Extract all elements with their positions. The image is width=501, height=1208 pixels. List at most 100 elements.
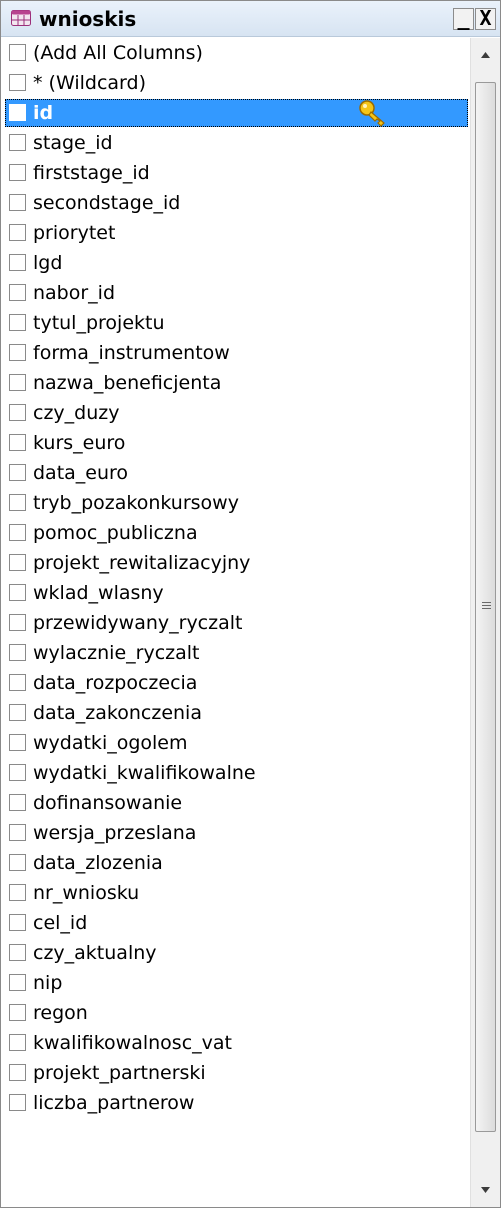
column-checkbox[interactable]	[9, 944, 26, 961]
selection-highlight	[5, 99, 468, 127]
column-label: firststage_id	[33, 162, 150, 184]
column-checkbox[interactable]	[9, 314, 26, 331]
column-checkbox[interactable]	[9, 584, 26, 601]
column-row[interactable]: dofinansowanie	[1, 788, 470, 818]
column-row[interactable]: wersja_przeslana	[1, 818, 470, 848]
column-label: projekt_rewitalizacyjny	[33, 552, 251, 574]
column-checkbox[interactable]	[9, 704, 26, 721]
column-row[interactable]: nazwa_beneficjenta	[1, 368, 470, 398]
close-button[interactable]: X	[475, 8, 496, 30]
column-row[interactable]: kwalifikowalnosc_vat	[1, 1028, 470, 1058]
column-row[interactable]: tryb_pozakonkursowy	[1, 488, 470, 518]
column-row[interactable]: tytul_projektu	[1, 308, 470, 338]
column-row[interactable]: czy_aktualny	[1, 938, 470, 968]
column-checkbox[interactable]	[9, 524, 26, 541]
column-row[interactable]: wydatki_kwalifikowalne	[1, 758, 470, 788]
column-row[interactable]: pomoc_publiczna	[1, 518, 470, 548]
column-row[interactable]: nr_wniosku	[1, 878, 470, 908]
column-row[interactable]: (Add All Columns)	[1, 38, 470, 68]
column-checkbox[interactable]	[9, 44, 26, 61]
column-checkbox[interactable]	[9, 854, 26, 871]
column-label: nr_wniosku	[33, 882, 140, 904]
column-checkbox[interactable]	[9, 794, 26, 811]
column-label: data_euro	[33, 462, 129, 484]
column-label: id	[33, 102, 54, 124]
column-row[interactable]: projekt_partnerski	[1, 1058, 470, 1088]
column-checkbox[interactable]	[9, 434, 26, 451]
column-label: tryb_pozakonkursowy	[33, 492, 239, 514]
column-label: cel_id	[33, 912, 88, 934]
column-label: wklad_wlasny	[33, 582, 164, 604]
column-row[interactable]: nabor_id	[1, 278, 470, 308]
minimize-button[interactable]: _	[453, 8, 474, 30]
column-checkbox[interactable]	[9, 974, 26, 991]
column-checkbox[interactable]	[9, 224, 26, 241]
column-checkbox[interactable]	[9, 884, 26, 901]
scrollbar-thumb[interactable]	[475, 82, 496, 1132]
column-list: (Add All Columns) * (Wildcard) id stage_idf…	[1, 38, 470, 1207]
column-checkbox[interactable]	[9, 284, 26, 301]
column-checkbox[interactable]	[9, 194, 26, 211]
window-title: wnioskis	[39, 7, 137, 31]
column-label: dofinansowanie	[33, 792, 183, 814]
column-checkbox[interactable]	[9, 464, 26, 481]
vertical-scrollbar[interactable]	[470, 38, 500, 1207]
column-label: przewidywany_ryczalt	[33, 612, 243, 634]
scroll-up-arrow-icon[interactable]	[471, 42, 500, 68]
column-row[interactable]: data_euro	[1, 458, 470, 488]
column-checkbox[interactable]	[9, 824, 26, 841]
column-checkbox[interactable]	[9, 674, 26, 691]
column-row[interactable]: forma_instrumentow	[1, 338, 470, 368]
column-checkbox[interactable]	[9, 74, 26, 91]
scroll-down-arrow-icon[interactable]	[471, 1177, 500, 1203]
column-label: tytul_projektu	[33, 312, 165, 334]
column-checkbox[interactable]	[9, 614, 26, 631]
column-row[interactable]: wylacznie_ryczalt	[1, 638, 470, 668]
column-label: projekt_partnerski	[33, 1062, 206, 1084]
column-checkbox[interactable]	[9, 404, 26, 421]
column-checkbox[interactable]	[9, 644, 26, 661]
column-row[interactable]: lgd	[1, 248, 470, 278]
column-checkbox[interactable]	[9, 914, 26, 931]
column-checkbox[interactable]	[9, 254, 26, 271]
column-row[interactable]: firststage_id	[1, 158, 470, 188]
column-label: pomoc_publiczna	[33, 522, 198, 544]
column-label: (Add All Columns)	[33, 42, 203, 64]
column-row[interactable]: regon	[1, 998, 470, 1028]
column-row[interactable]: stage_id	[1, 128, 470, 158]
column-row[interactable]: liczba_partnerow	[1, 1088, 470, 1118]
title-bar[interactable]: wnioskis _ X	[1, 1, 500, 37]
column-row[interactable]: czy_duzy	[1, 398, 470, 428]
column-checkbox[interactable]	[9, 494, 26, 511]
column-row[interactable]: wklad_wlasny	[1, 578, 470, 608]
column-row[interactable]: data_zakonczenia	[1, 698, 470, 728]
column-label: regon	[33, 1002, 88, 1024]
column-row[interactable]: data_zlozenia	[1, 848, 470, 878]
column-checkbox[interactable]	[9, 1094, 26, 1111]
column-checkbox[interactable]	[9, 734, 26, 751]
column-row[interactable]: * (Wildcard)	[1, 68, 470, 98]
column-checkbox[interactable]	[9, 134, 26, 151]
column-checkbox[interactable]	[9, 344, 26, 361]
column-row[interactable]: cel_id	[1, 908, 470, 938]
column-row[interactable]: wydatki_ogolem	[1, 728, 470, 758]
column-checkbox[interactable]	[9, 1064, 26, 1081]
column-row[interactable]: id	[1, 98, 470, 128]
column-label: wersja_przeslana	[33, 822, 197, 844]
column-row[interactable]: data_rozpoczecia	[1, 668, 470, 698]
column-checkbox[interactable]	[9, 554, 26, 571]
column-checkbox[interactable]	[9, 1034, 26, 1051]
column-row[interactable]: kurs_euro	[1, 428, 470, 458]
column-checkbox[interactable]	[9, 1004, 26, 1021]
column-list-window: wnioskis _ X (Add All Columns) * (Wildcar…	[0, 0, 501, 1208]
column-row[interactable]: nip	[1, 968, 470, 998]
column-row[interactable]: projekt_rewitalizacyjny	[1, 548, 470, 578]
column-row[interactable]: secondstage_id	[1, 188, 470, 218]
column-row[interactable]: priorytet	[1, 218, 470, 248]
column-checkbox[interactable]	[9, 764, 26, 781]
column-checkbox[interactable]	[9, 374, 26, 391]
column-label: czy_aktualny	[33, 942, 157, 964]
column-checkbox[interactable]	[9, 164, 26, 181]
column-row[interactable]: przewidywany_ryczalt	[1, 608, 470, 638]
column-checkbox[interactable]	[9, 104, 26, 121]
